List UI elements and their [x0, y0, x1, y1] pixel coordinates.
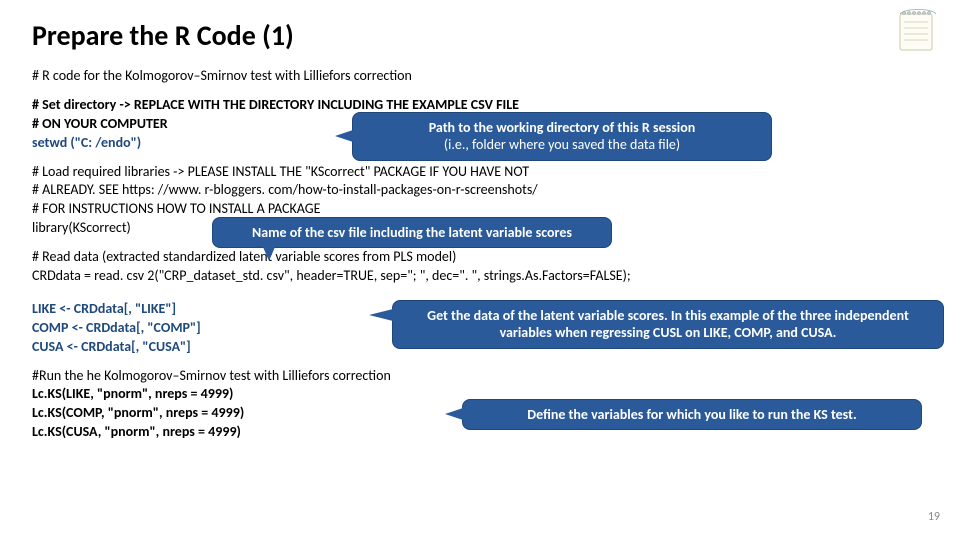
notepad-icon — [894, 6, 938, 54]
callout-line: (i.e., folder where you saved the data f… — [367, 136, 757, 154]
code-comment: # R code for the Kolmogorov–Smirnov test… — [32, 67, 928, 86]
code-comment: # Read data (extracted standardized late… — [32, 248, 928, 267]
code-line: CRDdata = read. csv 2("CRP_dataset_std. … — [32, 267, 928, 286]
page-title: Prepare the R Code (1) — [32, 18, 928, 53]
code-comment: # ALREADY. SEE https: //www. r-bloggers.… — [32, 181, 928, 200]
callout-line: Path to the working directory of this R … — [367, 119, 757, 137]
page-number: 19 — [928, 510, 940, 524]
callout-define: Define the variables for which you like … — [462, 399, 922, 431]
callout-csv: Name of the csv file including the laten… — [212, 217, 612, 249]
code-comment: # Load required libraries -> PLEASE INST… — [32, 163, 928, 182]
code-comment: #Run the he Kolmogorov–Smirnov test with… — [32, 367, 928, 386]
callout-getdata: Get the data of the latent variable scor… — [392, 300, 944, 349]
callout-path: Path to the working directory of this R … — [352, 112, 772, 161]
